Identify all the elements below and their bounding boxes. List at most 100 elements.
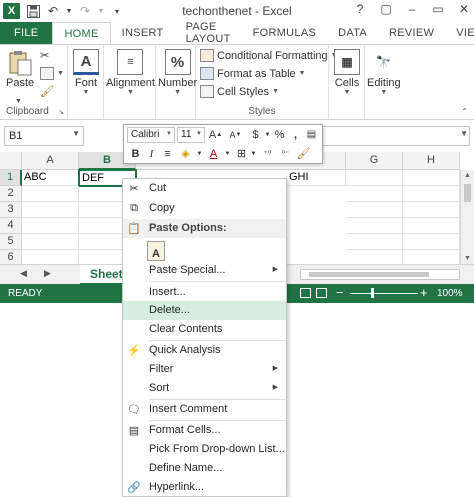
menu-item-hyperlink[interactable]: 🔗 Hyperlink... <box>123 478 286 497</box>
mini-size-dropdown-icon[interactable]: ▼ <box>196 131 202 137</box>
scroll-up-icon[interactable]: ▲ <box>464 172 471 179</box>
menu-item-clear-contents[interactable]: Clear Contents <box>123 320 286 339</box>
mini-font-name[interactable]: Calibri ▼ <box>127 127 175 143</box>
zoom-level[interactable]: 100% <box>437 288 463 299</box>
fill-color-icon[interactable]: ◈ <box>178 146 193 161</box>
tab-data[interactable]: DATA <box>327 22 378 44</box>
collapse-ribbon-icon[interactable]: ⌃ <box>461 107 468 116</box>
cell-g2[interactable] <box>346 186 403 202</box>
tab-page-layout[interactable]: PAGE LAYOUT <box>175 21 242 45</box>
redo-dropdown-icon[interactable]: ▼ <box>98 4 105 18</box>
cell-a3[interactable] <box>22 202 79 218</box>
borders-dropdown-icon[interactable]: ▼ <box>246 146 261 161</box>
scroll-down-icon[interactable]: ▼ <box>464 255 471 262</box>
row-header-1[interactable]: 1 <box>0 170 22 186</box>
menu-item-define-name[interactable]: Define Name... <box>123 459 286 478</box>
row-header-3[interactable]: 3 <box>0 202 22 218</box>
ribbon-display-icon[interactable]: ▢ <box>380 2 392 16</box>
formula-input[interactable] <box>308 126 470 146</box>
menu-item-filter[interactable]: Filter ▶ <box>123 360 286 379</box>
cut-button[interactable]: ✂ <box>40 49 49 62</box>
alignment-button[interactable]: ≡ Alignment ▼ <box>106 49 155 96</box>
cell-g4[interactable] <box>346 218 403 234</box>
paste-option-default-icon[interactable]: A <box>147 241 165 261</box>
zoom-slider-thumb[interactable] <box>371 288 374 298</box>
help-icon[interactable]: ? <box>354 2 366 16</box>
cell-g1[interactable] <box>346 170 403 186</box>
maximize-icon[interactable]: ▭ <box>432 2 444 16</box>
editing-group[interactable]: 🔭 Editing ▼ <box>365 45 405 119</box>
redo-icon[interactable]: ↷ <box>78 4 92 18</box>
sheet-prev-icon[interactable]: ◀ <box>20 268 27 279</box>
percent-style-icon[interactable]: % <box>272 127 287 142</box>
menu-item-insert[interactable]: Insert... <box>123 283 286 302</box>
menu-item-sort[interactable]: Sort ▶ <box>123 379 286 398</box>
expand-formula-bar-icon[interactable]: ▼ <box>460 129 468 138</box>
alignment-group[interactable]: ≡ Alignment ▼ <box>104 45 156 119</box>
vertical-scroll-thumb[interactable] <box>464 184 471 202</box>
paint-brush-icon[interactable]: 🖌 <box>296 146 311 161</box>
zoom-slider[interactable] <box>350 293 418 294</box>
column-header-a[interactable]: A <box>22 152 79 170</box>
row-header-6[interactable]: 6 <box>0 250 22 264</box>
cell-a6[interactable] <box>22 250 79 264</box>
copy-button[interactable]: ▼ <box>40 67 64 80</box>
fill-color-dropdown-icon[interactable]: ▼ <box>192 146 207 161</box>
paste-button[interactable]: Paste <box>6 49 34 89</box>
cell-h5[interactable] <box>403 234 460 250</box>
menu-item-quick-analysis[interactable]: ⚡ Quick Analysis <box>123 341 286 360</box>
cell-g5[interactable] <box>346 234 403 250</box>
cell-a4[interactable] <box>22 218 79 234</box>
increase-decimal-icon[interactable]: ⁺⁰ <box>260 146 275 161</box>
paste-dropdown-icon[interactable]: ▼ <box>15 98 22 105</box>
menu-item-insert-comment[interactable]: 🗨 Insert Comment <box>123 400 286 419</box>
editing-button[interactable]: 🔭 Editing ▼ <box>367 49 401 96</box>
tab-file[interactable]: FILE <box>0 22 53 44</box>
cells-button[interactable]: ▦ Cells ▼ <box>334 49 360 96</box>
menu-item-paste-special[interactable]: Paste Special... ▶ <box>123 261 286 280</box>
font-color-icon[interactable]: A <box>206 146 221 161</box>
zoom-in-icon[interactable]: + <box>420 285 428 300</box>
row-header-4[interactable]: 4 <box>0 218 22 234</box>
undo-icon[interactable]: ↶ <box>46 4 60 18</box>
normal-view-icon[interactable] <box>300 288 311 298</box>
page-layout-view-icon[interactable] <box>316 288 327 298</box>
italic-icon[interactable]: I <box>144 146 159 161</box>
horizontal-scroll-thumb[interactable] <box>309 272 429 277</box>
format-painter-mini-icon[interactable]: ▤ <box>304 127 319 142</box>
vertical-scrollbar[interactable]: ▲ ▼ <box>460 170 474 264</box>
bold-icon[interactable]: B <box>128 146 143 161</box>
row-header-5[interactable]: 5 <box>0 234 22 250</box>
number-group[interactable]: % Number ▼ <box>156 45 197 119</box>
close-icon[interactable]: ✕ <box>458 2 470 16</box>
horizontal-scrollbar[interactable] <box>300 269 460 280</box>
tab-view[interactable]: VIEW <box>445 22 474 44</box>
minimize-icon[interactable]: – <box>406 2 418 16</box>
cell-a2[interactable] <box>22 186 79 202</box>
zoom-out-icon[interactable]: − <box>336 285 344 300</box>
customize-qat-icon[interactable]: ▾ <box>110 4 124 18</box>
cell-h4[interactable] <box>403 218 460 234</box>
mini-font-dropdown-icon[interactable]: ▼ <box>166 131 172 137</box>
tab-formulas[interactable]: FORMULAS <box>242 22 328 44</box>
cell-h6[interactable] <box>403 250 460 264</box>
save-icon[interactable] <box>26 4 40 18</box>
font-group[interactable]: A Font ▼ <box>68 45 104 119</box>
column-header-h[interactable]: H <box>403 152 460 170</box>
menu-item-cut[interactable]: ✂ Cut <box>123 179 286 198</box>
cell-h2[interactable] <box>403 186 460 202</box>
format-as-table-button[interactable]: Format as Table ▼ <box>200 67 306 80</box>
decrease-font-icon[interactable]: A ▼ <box>228 127 243 142</box>
select-all-corner[interactable] <box>0 152 22 170</box>
sheet-next-icon[interactable]: ▶ <box>44 268 51 279</box>
menu-item-delete[interactable]: Delete... <box>123 301 286 320</box>
format-painter-button[interactable]: 🖌 <box>40 85 54 98</box>
mini-font-size[interactable]: 11 ▼ <box>177 127 205 143</box>
increase-font-icon[interactable]: A ▲ <box>208 127 223 142</box>
cell-g6[interactable] <box>346 250 403 264</box>
font-button[interactable]: A Font ▼ <box>73 49 99 96</box>
row-header-2[interactable]: 2 <box>0 186 22 202</box>
tab-insert[interactable]: INSERT <box>111 22 175 44</box>
cell-a5[interactable] <box>22 234 79 250</box>
menu-item-copy[interactable]: ⧉ Copy <box>123 199 286 218</box>
